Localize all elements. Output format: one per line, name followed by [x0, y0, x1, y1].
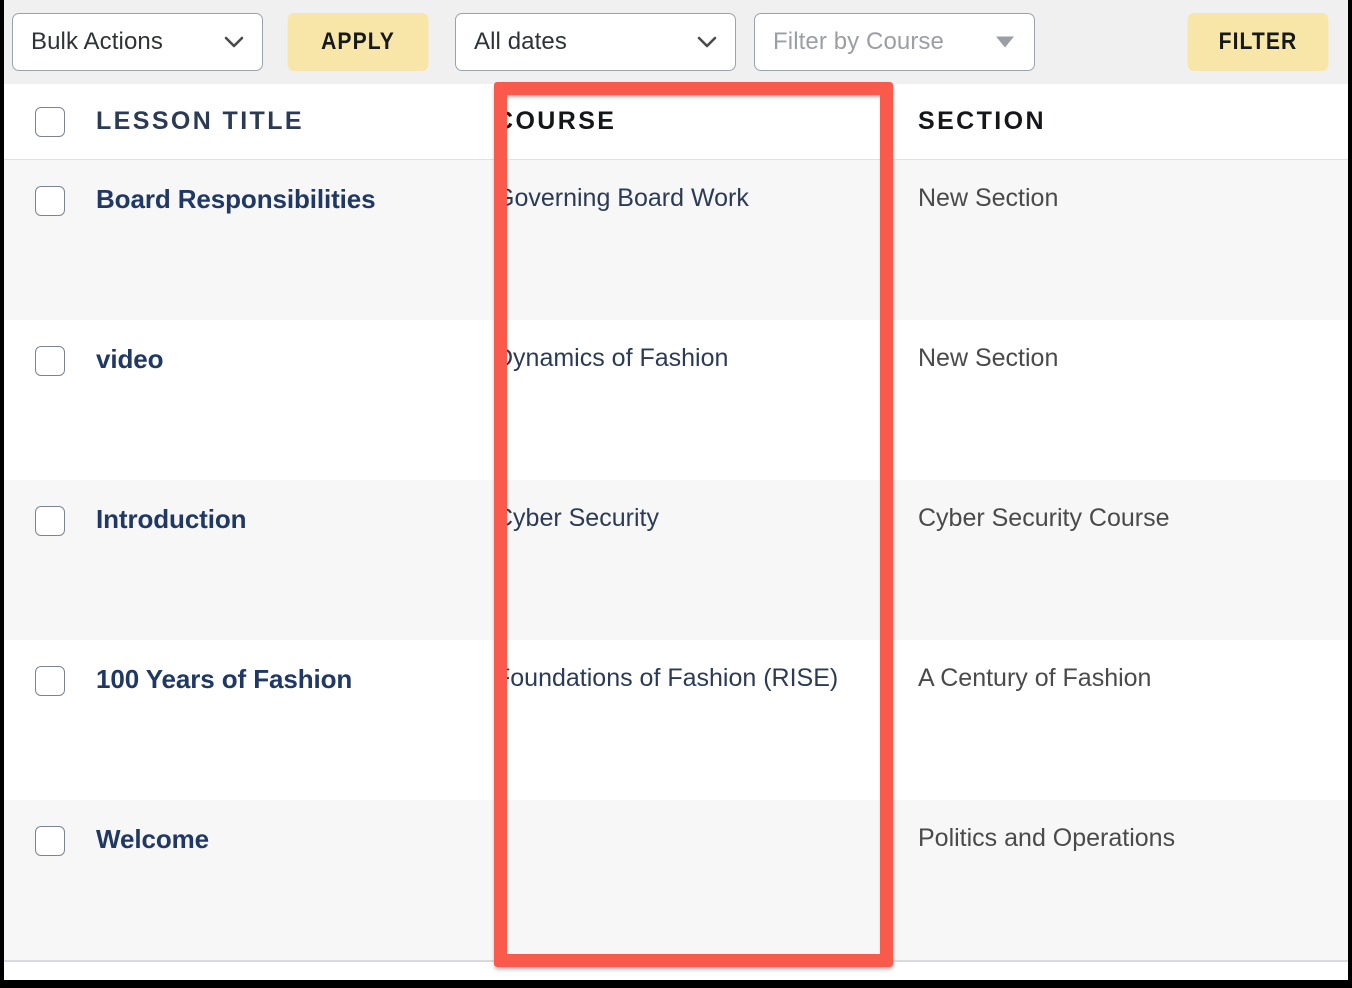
cell-section: A Century of Fashion — [918, 664, 1152, 692]
chevron-down-icon — [697, 36, 717, 48]
course-filter-placeholder: Filter by Course — [773, 28, 944, 55]
select-all-checkbox[interactable] — [35, 106, 65, 137]
table-row[interactable]: 100 Years of Fashion Foundations of Fash… — [4, 640, 1348, 800]
table-row[interactable]: Introduction Cyber Security Cyber Securi… — [4, 480, 1348, 640]
cell-section: New Section — [918, 184, 1059, 212]
cell-course[interactable]: Foundations of Fashion (RISE) — [495, 640, 918, 693]
table-row[interactable]: Board Responsibilities Governing Board W… — [4, 160, 1348, 320]
cell-course[interactable]: Dynamics of Fashion — [495, 320, 918, 373]
cell-lesson-title[interactable]: video — [96, 320, 495, 375]
row-checkbox[interactable] — [35, 346, 65, 376]
cell-section: Cyber Security Course — [918, 504, 1170, 532]
column-header-lesson-title[interactable]: LESSON TITLE — [96, 107, 495, 136]
table-toolbar: Bulk Actions APPLY All dates Filter by C… — [4, 0, 1348, 84]
cell-lesson-title[interactable]: 100 Years of Fashion — [96, 640, 495, 695]
caret-down-icon — [996, 36, 1014, 48]
cell-course[interactable]: Cyber Security — [495, 480, 918, 533]
row-select-cell — [4, 640, 96, 696]
row-select-cell — [4, 320, 96, 376]
cell-section: New Section — [918, 344, 1059, 372]
bulk-actions-value: Bulk Actions — [31, 28, 163, 55]
cell-lesson-title[interactable]: Welcome — [96, 800, 495, 855]
column-header-section[interactable]: SECTION — [918, 107, 1348, 136]
row-checkbox[interactable] — [35, 186, 65, 216]
table-row[interactable]: Welcome Politics and Operations — [4, 800, 1348, 960]
row-select-cell — [4, 160, 96, 216]
table-body: Board Responsibilities Governing Board W… — [4, 160, 1348, 960]
date-filter-select[interactable]: All dates — [455, 13, 736, 71]
cell-lesson-title[interactable]: Introduction — [96, 480, 495, 535]
app-canvas: Bulk Actions APPLY All dates Filter by C… — [4, 0, 1348, 980]
row-select-cell — [4, 480, 96, 536]
row-select-cell — [4, 800, 96, 856]
select-all-cell — [4, 106, 96, 137]
apply-button[interactable]: APPLY — [287, 13, 429, 71]
cell-section: Politics and Operations — [918, 824, 1176, 852]
screenshot-frame: Bulk Actions APPLY All dates Filter by C… — [0, 0, 1352, 988]
cell-course[interactable]: Governing Board Work — [495, 160, 918, 213]
chevron-down-icon — [224, 36, 244, 48]
column-header-course[interactable]: COURSE — [495, 107, 918, 136]
bulk-actions-select[interactable]: Bulk Actions — [12, 13, 263, 71]
course-filter-select[interactable]: Filter by Course — [754, 13, 1035, 71]
filter-button[interactable]: FILTER — [1187, 13, 1329, 71]
table-row[interactable]: video Dynamics of Fashion New Section — [4, 320, 1348, 480]
row-checkbox[interactable] — [35, 506, 65, 536]
row-checkbox[interactable] — [35, 826, 65, 856]
cell-course[interactable] — [495, 800, 918, 824]
lessons-table: LESSON TITLE COURSE SECTION Board Respon… — [4, 84, 1348, 962]
table-bottom-divider — [4, 960, 1348, 962]
date-filter-value: All dates — [474, 28, 567, 55]
cell-lesson-title[interactable]: Board Responsibilities — [96, 160, 495, 215]
row-checkbox[interactable] — [35, 666, 65, 696]
table-header-row: LESSON TITLE COURSE SECTION — [4, 84, 1348, 160]
